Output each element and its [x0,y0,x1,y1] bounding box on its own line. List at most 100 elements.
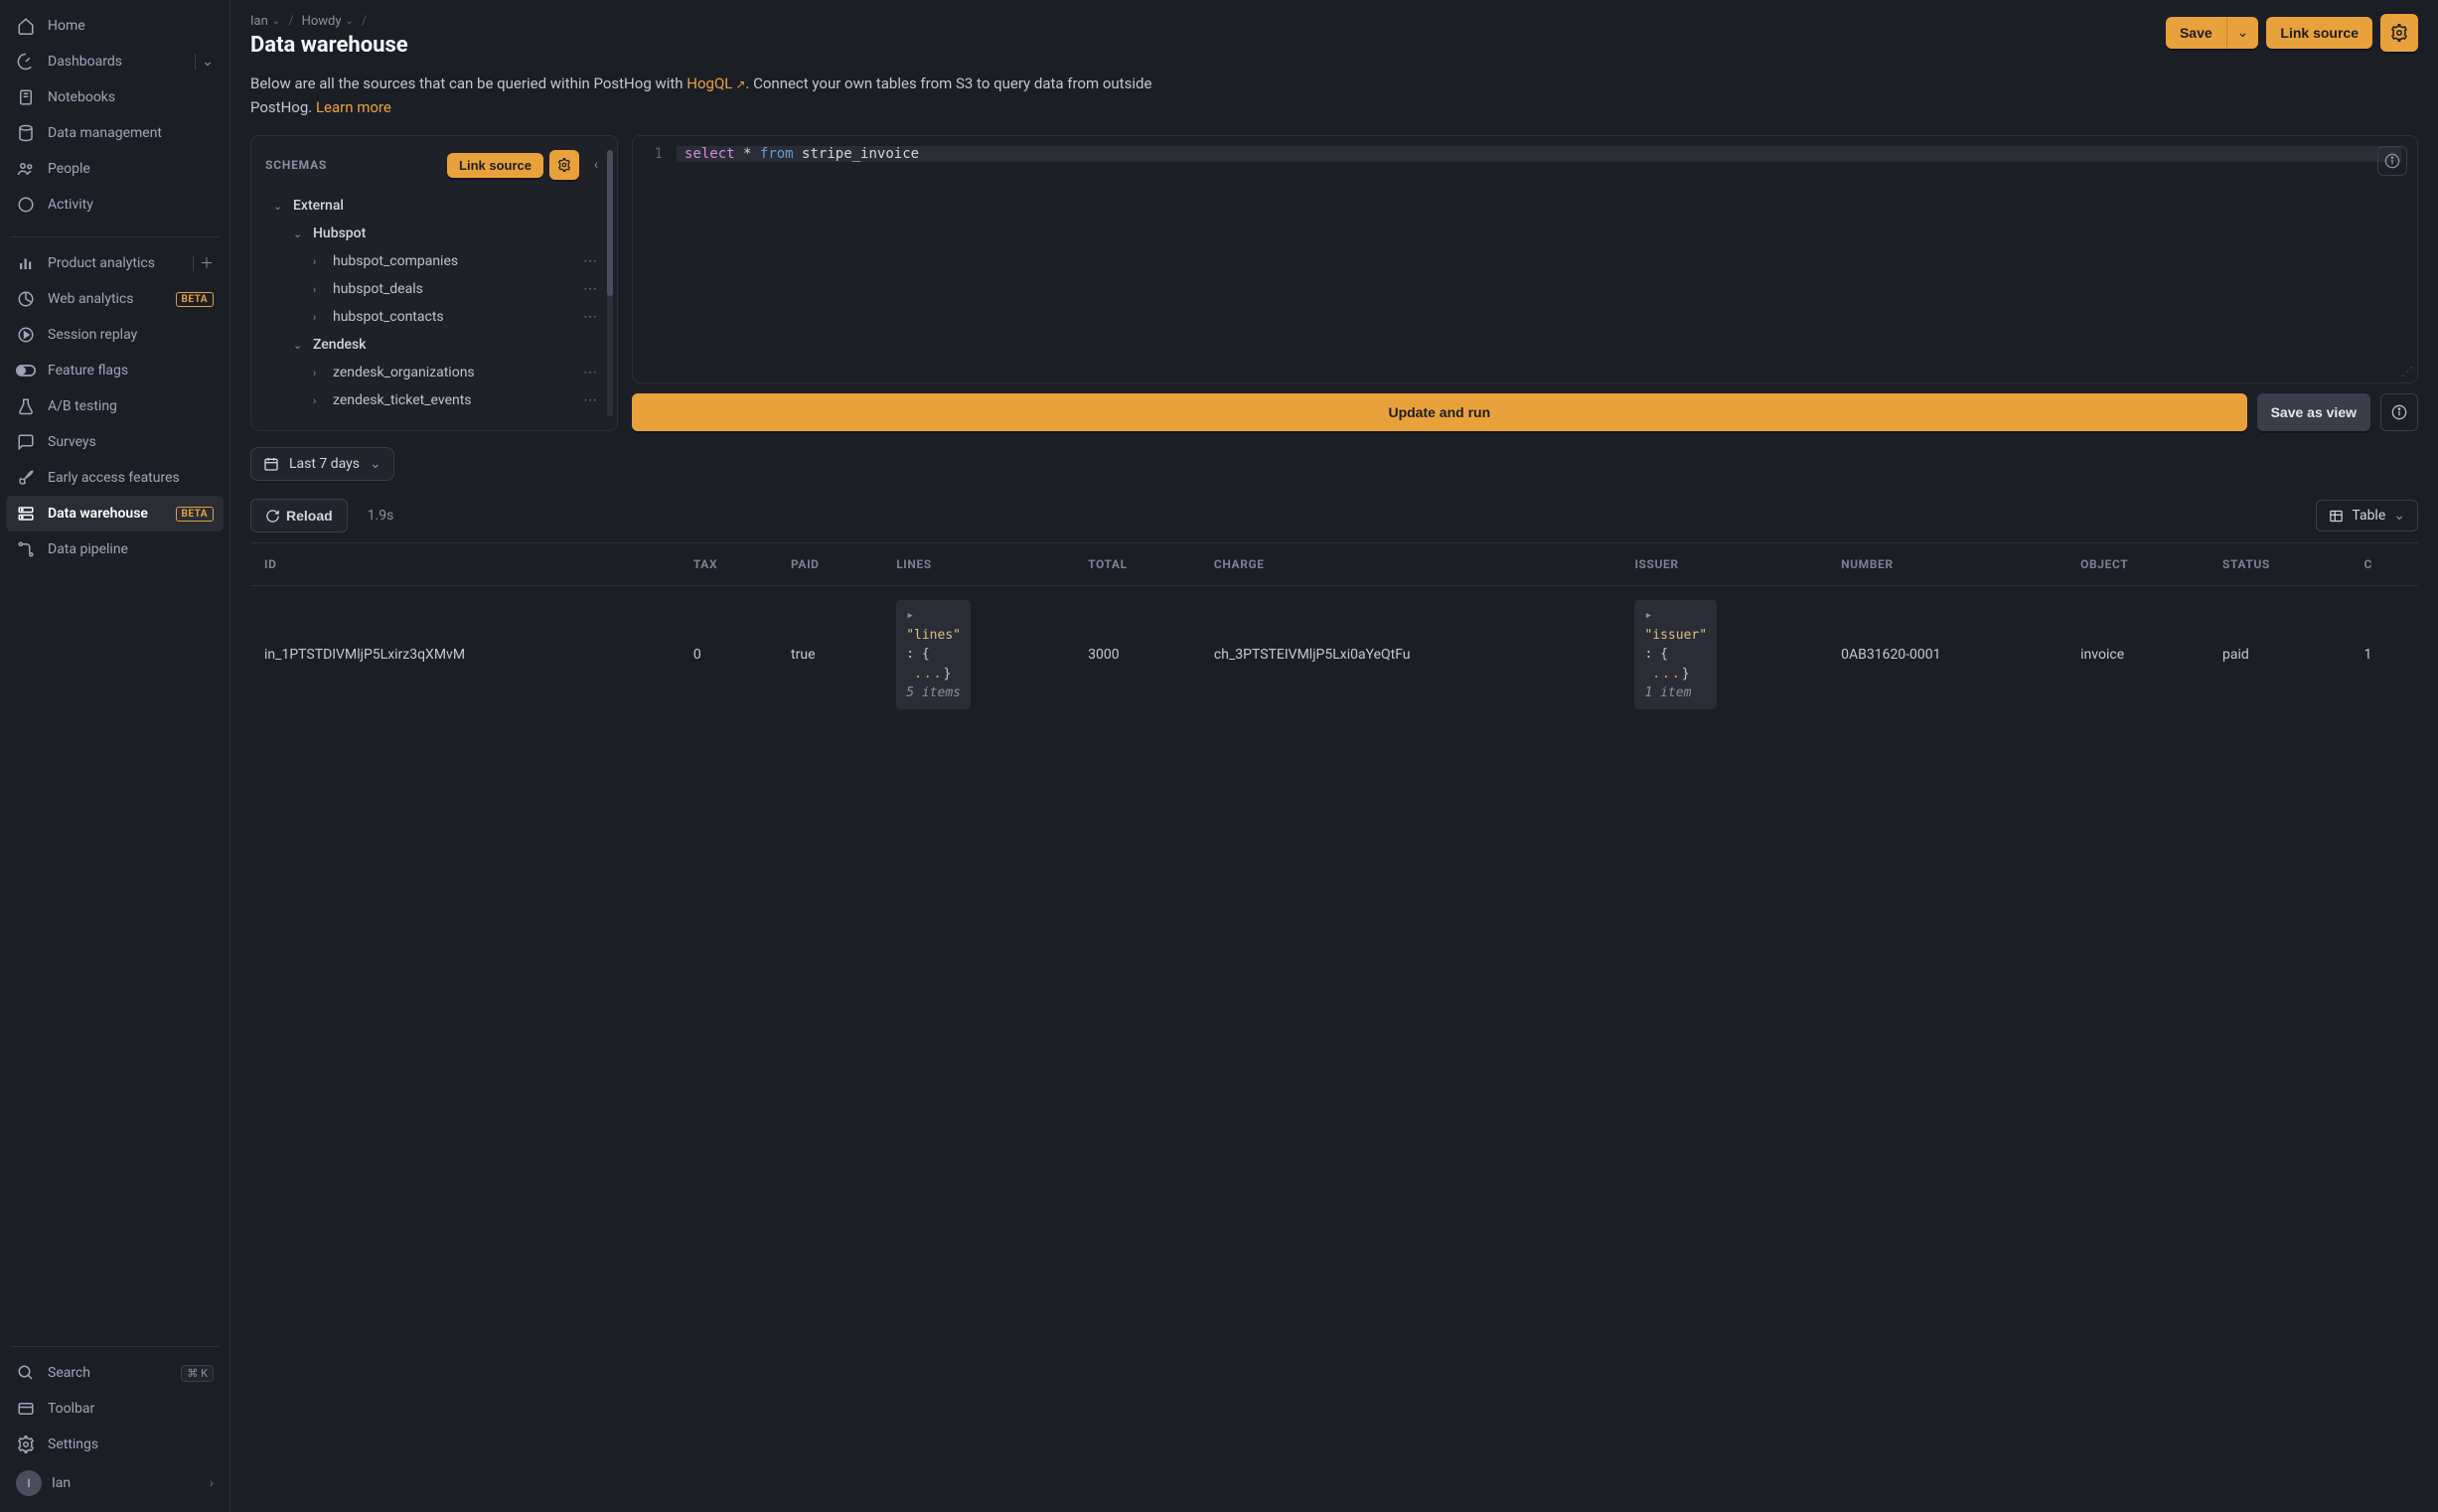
nav-early-access[interactable]: Early access features [6,460,224,496]
expand-icon[interactable]: ▸ [1644,608,1652,623]
user-name: Ian [52,1475,71,1491]
nav-notebooks[interactable]: Notebooks [6,79,224,115]
nav-ab-testing[interactable]: A/B testing [6,388,224,424]
page-title: Data warehouse [250,33,2154,58]
settings-button[interactable] [2380,14,2418,52]
col-header[interactable]: PAID [777,543,882,586]
link-source-button[interactable]: Link source [2266,17,2372,49]
reload-button[interactable]: Reload [250,499,348,532]
sql-editor[interactable]: 1 select * from stripe_invoice ⋰ [632,135,2418,383]
nav-label: People [48,161,214,177]
hogql-link[interactable]: HogQL↗ [686,75,745,92]
resize-handle[interactable]: ⋰ [2401,365,2413,378]
col-header[interactable]: C [2350,543,2418,586]
learn-more-link[interactable]: Learn more [316,98,391,116]
more-icon[interactable]: ⋯ [577,309,603,325]
gauge-icon [16,52,36,72]
cell-charge: ch_3PTSTEIVMljP5Lxi0aYeQtFu [1200,586,1621,723]
people-icon [16,159,36,179]
nav-people[interactable]: People [6,151,224,187]
chevron-down-icon[interactable]: ⌄ [202,54,214,70]
col-header[interactable]: OBJECT [2066,543,2209,586]
cell-status: paid [2209,586,2350,723]
nav-toolbar[interactable]: Toolbar [6,1391,224,1427]
beta-badge: BETA [176,507,215,522]
save-button[interactable]: Save [2166,17,2226,49]
divider [10,236,220,237]
rocket-icon [16,468,36,488]
nav-dashboards[interactable]: Dashboards ⌄ [6,44,224,79]
schemas-link-source-button[interactable]: Link source [447,153,543,178]
nav-activity[interactable]: Activity [6,187,224,223]
expand-icon[interactable]: ▸ [906,608,914,623]
date-range-picker[interactable]: Last 7 days ⌄ [250,447,394,481]
collapse-panel-button[interactable]: ‹ [585,157,607,173]
col-header[interactable]: CHARGE [1200,543,1621,586]
scrollbar[interactable] [607,150,613,416]
code-line: select * from stripe_invoice [677,146,2401,162]
nav-label: A/B testing [48,398,214,414]
nav-data-pipeline[interactable]: Data pipeline [6,531,224,567]
nav-session-replay[interactable]: Session replay [6,317,224,353]
tree-node-table[interactable]: ›hubspot_deals⋯ [265,275,607,303]
chevron-down-icon: ⌄ [2393,508,2405,524]
save-dropdown[interactable]: ⌄ [2226,17,2259,49]
nav-web-analytics[interactable]: Web analytics BETA [6,281,224,317]
nav-label: Product analytics [48,255,181,271]
col-header[interactable]: NUMBER [1827,543,2066,586]
results-table-scroll[interactable]: ID TAX PAID LINES TOTAL CHARGE ISSUER NU… [250,542,2418,723]
nav-label: Early access features [48,470,214,486]
schemas-settings-button[interactable] [549,150,579,180]
nav-settings[interactable]: Settings [6,1427,224,1462]
tree-node-zendesk[interactable]: ⌄Zendesk [265,331,607,359]
nav-product-analytics[interactable]: Product analytics ＋ [6,245,224,281]
editor-help-button[interactable] [2380,393,2418,431]
more-icon[interactable]: ⋯ [577,392,603,408]
results-table: ID TAX PAID LINES TOTAL CHARGE ISSUER NU… [250,543,2418,723]
bar-chart-icon [16,253,36,273]
tree-node-table[interactable]: ›hubspot_companies⋯ [265,247,607,275]
table-icon [2329,509,2344,524]
view-mode-select[interactable]: Table ⌄ [2316,500,2418,531]
nav-label: Web analytics [48,291,164,307]
activity-icon [16,195,36,215]
more-icon[interactable]: ⋯ [577,253,603,269]
json-preview[interactable]: ▸ "lines" : { ...} 5 items [896,600,971,709]
breadcrumb-item[interactable]: Ian⌄ [250,14,280,29]
gear-icon [2390,24,2408,42]
home-icon [16,16,36,36]
col-header[interactable]: ID [250,543,680,586]
user-menu[interactable]: I Ian › [6,1462,224,1504]
nav-label: Home [48,18,214,34]
chevron-right-icon: › [313,283,327,296]
nav-feature-flags[interactable]: Feature flags [6,353,224,388]
cell-object: invoice [2066,586,2209,723]
more-icon[interactable]: ⋯ [577,281,603,297]
tree-node-hubspot[interactable]: ⌄Hubspot [265,220,607,247]
col-header[interactable]: STATUS [2209,543,2350,586]
plus-icon[interactable]: ＋ [200,253,214,273]
tree-node-external[interactable]: ⌄External [265,192,607,220]
chevron-down-icon: ⌄ [346,16,354,27]
update-run-button[interactable]: Update and run [632,393,2247,431]
nav-surveys[interactable]: Surveys [6,424,224,460]
nav-data-management[interactable]: Data management [6,115,224,151]
json-preview[interactable]: ▸ "issuer" : { ...} 1 item [1634,600,1717,709]
save-as-view-button[interactable]: Save as view [2257,393,2370,431]
nav-search[interactable]: Search ⌘ K [6,1355,224,1391]
col-header[interactable]: TAX [680,543,777,586]
col-header[interactable]: ISSUER [1620,543,1827,586]
editor-info-button[interactable] [2377,146,2407,176]
col-header[interactable]: LINES [882,543,1074,586]
more-icon[interactable]: ⋯ [577,365,603,380]
nav-home[interactable]: Home [6,8,224,44]
cell-number: 0AB31620-0001 [1827,586,2066,723]
tree-node-table[interactable]: ›hubspot_contacts⋯ [265,303,607,331]
nav-data-warehouse[interactable]: Data warehouse BETA [6,496,224,531]
search-kbd: ⌘ K [181,1365,214,1382]
col-header[interactable]: TOTAL [1074,543,1200,586]
tree-node-table[interactable]: ›zendesk_ticket_events⋯ [265,386,607,414]
tree-node-table[interactable]: ›zendesk_organizations⋯ [265,359,607,386]
cell-total: 3000 [1074,586,1200,723]
breadcrumb-item[interactable]: Howdy⌄ [302,14,354,29]
